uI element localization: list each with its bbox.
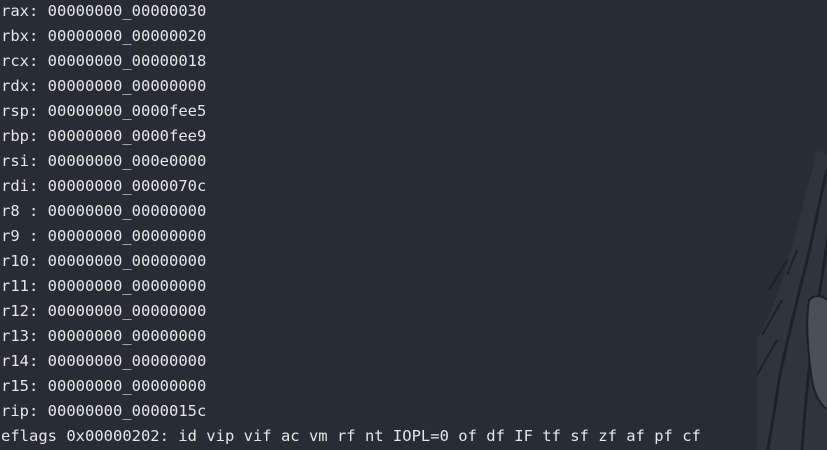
register-name: rsp <box>1 102 29 120</box>
register-separator: : <box>29 127 48 145</box>
register-value: 00000000_0000fee9 <box>47 127 207 145</box>
register-separator: : <box>29 77 48 95</box>
register-separator: : <box>29 2 48 20</box>
register-separator: : <box>29 227 48 245</box>
register-value: 00000000_00000000 <box>47 377 207 395</box>
register-name: r8 <box>1 202 29 220</box>
register-separator: : <box>29 277 48 295</box>
hooded-figure-icon <box>757 150 827 450</box>
register-separator: : <box>29 202 48 220</box>
register-name: r11 <box>1 277 29 295</box>
register-line-rax: rax: 00000000_00000030 <box>1 0 701 25</box>
register-line-r15: r15: 00000000_00000000 <box>1 375 701 400</box>
register-name: rbp <box>1 127 29 145</box>
register-line-r11: r11: 00000000_00000000 <box>1 275 701 300</box>
register-name: r14 <box>1 352 29 370</box>
register-separator: : <box>29 327 48 345</box>
register-line-rbx: rbx: 00000000_00000020 <box>1 25 701 50</box>
eflags-line: eflags 0x00000202: id vip vif ac vm rf n… <box>1 427 701 445</box>
register-separator: : <box>29 377 48 395</box>
register-name: r12 <box>1 302 29 320</box>
register-separator: : <box>29 102 48 120</box>
register-separator: : <box>29 177 48 195</box>
register-line-r12: r12: 00000000_00000000 <box>1 300 701 325</box>
register-name: r9 <box>1 227 29 245</box>
register-value: 00000000_00000000 <box>47 277 207 295</box>
register-line-rsp: rsp: 00000000_0000fee5 <box>1 100 701 125</box>
register-name: r10 <box>1 252 29 270</box>
register-value: 00000000_00000000 <box>47 352 207 370</box>
register-value: 00000000_00000018 <box>47 52 207 70</box>
register-separator: : <box>29 352 48 370</box>
register-line-r8: r8 : 00000000_00000000 <box>1 200 701 225</box>
register-line-r14: r14: 00000000_00000000 <box>1 350 701 375</box>
register-name: rbx <box>1 27 29 45</box>
register-name: rcx <box>1 52 29 70</box>
register-name: rsi <box>1 152 29 170</box>
register-line-rbp: rbp: 00000000_0000fee9 <box>1 125 701 150</box>
register-value: 00000000_00000000 <box>47 302 207 320</box>
register-dump: rax: 00000000_00000030 rbx: 00000000_0000… <box>1 0 701 450</box>
register-value: 00000000_0000070c <box>47 177 207 195</box>
register-value: 00000000_00000000 <box>47 202 207 220</box>
register-value: 00000000_00000030 <box>47 2 207 20</box>
register-separator: : <box>29 52 48 70</box>
register-name: rip <box>1 402 29 420</box>
register-name: rax <box>1 2 29 20</box>
register-value: 00000000_0000fee5 <box>47 102 207 120</box>
register-line-r10: r10: 00000000_00000000 <box>1 250 701 275</box>
register-line-r9: r9 : 00000000_00000000 <box>1 225 701 250</box>
register-value: 00000000_00000000 <box>47 252 207 270</box>
register-value: 00000000_00000000 <box>47 327 207 345</box>
register-line-rsi: rsi: 00000000_000e0000 <box>1 150 701 175</box>
register-separator: : <box>29 302 48 320</box>
register-name: rdx <box>1 77 29 95</box>
register-value: 00000000_0000015c <box>47 402 207 420</box>
register-name: rdi <box>1 177 29 195</box>
register-name: r13 <box>1 327 29 345</box>
register-value: 00000000_00000020 <box>47 27 207 45</box>
register-value: 00000000_00000000 <box>47 77 207 95</box>
register-separator: : <box>29 152 48 170</box>
terminal-window[interactable]: rax: 00000000_00000030 rbx: 00000000_0000… <box>0 0 827 450</box>
register-line-r13: r13: 00000000_00000000 <box>1 325 701 350</box>
register-line-rdi: rdi: 00000000_0000070c <box>1 175 701 200</box>
register-separator: : <box>29 252 48 270</box>
register-name: r15 <box>1 377 29 395</box>
register-line-rdx: rdx: 00000000_00000000 <box>1 75 701 100</box>
register-separator: : <box>29 27 48 45</box>
register-separator: : <box>29 402 48 420</box>
register-line-rip: rip: 00000000_0000015c <box>1 400 701 425</box>
register-value: 00000000_00000000 <box>47 227 207 245</box>
register-value: 00000000_000e0000 <box>47 152 207 170</box>
register-line-rcx: rcx: 00000000_00000018 <box>1 50 701 75</box>
